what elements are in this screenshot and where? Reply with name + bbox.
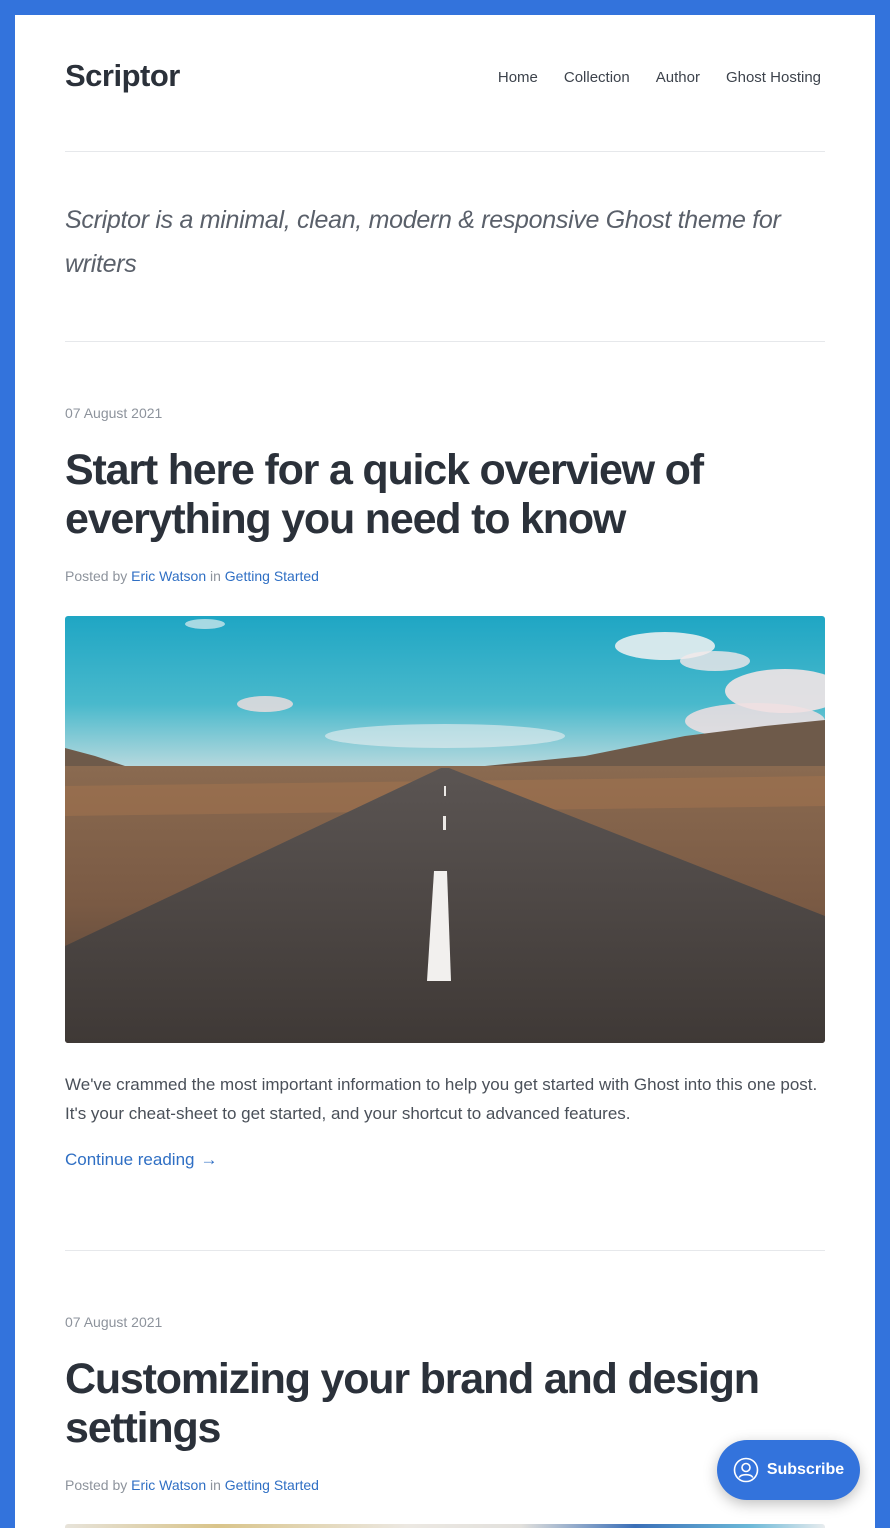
user-icon [733,1457,759,1483]
post-feature-image[interactable] [65,1524,825,1528]
post-title[interactable]: Start here for a quick overview of every… [65,446,825,544]
nav-ghost-hosting[interactable]: Ghost Hosting [726,69,821,86]
continue-reading-link[interactable]: Continue reading → [65,1150,217,1170]
tag-link[interactable]: Getting Started [225,568,319,584]
continue-reading-label: Continue reading [65,1150,195,1169]
post-feature-image[interactable] [65,616,825,1043]
post-meta: Posted by Eric Watson in Getting Started [65,1477,825,1493]
site-title[interactable]: Scriptor [65,58,180,94]
arrow-right-icon: → [200,1150,218,1169]
main-nav: Home Collection Author Ghost Hosting [498,69,821,86]
header-divider [65,151,825,152]
subscribe-label: Subscribe [766,1461,845,1478]
post-excerpt: We've crammed the most important informa… [65,1075,818,1123]
tagline-divider [65,341,825,342]
site-tagline: Scriptor is a minimal, clean, modern & r… [65,206,781,278]
nav-collection[interactable]: Collection [564,69,630,86]
in-label: in [210,568,221,584]
post-date: 07 August 2021 [65,405,163,421]
subscribe-button[interactable]: Subscribe [717,1440,860,1500]
tag-link[interactable]: Getting Started [225,1477,319,1493]
author-link[interactable]: Eric Watson [131,568,206,584]
page: Scriptor Home Collection Author Ghost Ho… [15,15,875,1528]
post-date: 07 August 2021 [65,1314,163,1330]
road-landscape-image [65,616,825,1043]
post-meta: Posted by Eric Watson in Getting Started [65,568,825,584]
nav-author[interactable]: Author [656,69,700,86]
author-link[interactable]: Eric Watson [131,1477,206,1493]
nav-home[interactable]: Home [498,69,538,86]
posted-by-label: Posted by [65,1477,128,1493]
in-label: in [210,1477,221,1493]
posted-by-label: Posted by [65,568,128,584]
post-divider [65,1250,825,1251]
post-title[interactable]: Customizing your brand and design settin… [65,1355,825,1453]
